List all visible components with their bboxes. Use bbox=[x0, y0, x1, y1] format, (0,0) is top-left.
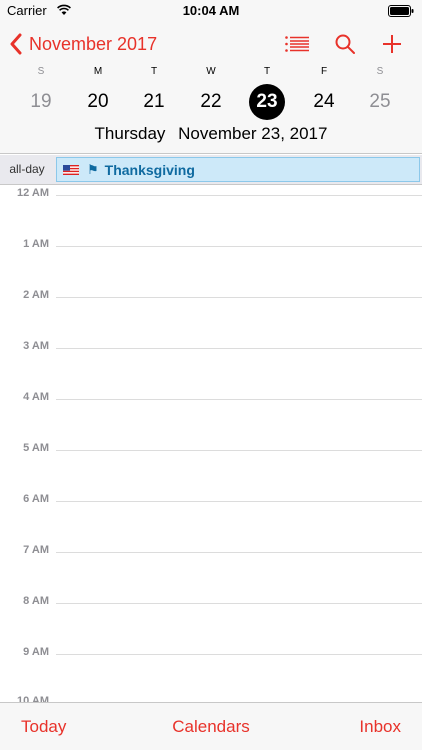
hour-row: 9 AM bbox=[0, 646, 422, 666]
hour-row: 3 AM bbox=[0, 340, 422, 360]
hour-divider bbox=[56, 450, 422, 451]
us-flag-icon bbox=[63, 164, 79, 175]
hour-divider bbox=[56, 603, 422, 604]
hour-label: 3 AM bbox=[23, 340, 49, 352]
day-number: 24 bbox=[313, 91, 335, 112]
flag-icon: ⚑ bbox=[87, 161, 99, 177]
day-number: 25 bbox=[369, 91, 391, 112]
day-letter: F bbox=[320, 66, 328, 77]
hour-label: 9 AM bbox=[23, 646, 49, 658]
calendar-header: November 2017 S 19 M 20 T 21 W 22 T 23 F… bbox=[0, 22, 422, 154]
day-letter: T bbox=[263, 66, 271, 77]
day-cell-thursday-selected[interactable]: T 23 bbox=[239, 66, 295, 122]
day-cell-tuesday[interactable]: T 21 bbox=[126, 66, 182, 122]
status-time: 10:04 AM bbox=[182, 3, 240, 18]
all-day-row: all-day ⚑ Thanksgiving bbox=[0, 155, 422, 185]
day-cell-sunday[interactable]: S 19 bbox=[13, 66, 69, 122]
event-title: Thanksgiving bbox=[104, 161, 195, 178]
week-strip: S 19 M 20 T 21 W 22 T 23 F 24 S 25 bbox=[0, 66, 422, 122]
hour-row: 7 AM bbox=[0, 544, 422, 564]
day-number: 19 bbox=[30, 91, 52, 112]
hour-divider bbox=[56, 552, 422, 553]
inbox-button[interactable]: Inbox bbox=[359, 717, 401, 737]
hour-row: 4 AM bbox=[0, 391, 422, 411]
day-number: 21 bbox=[143, 91, 165, 112]
day-letter: S bbox=[376, 66, 384, 77]
chevron-left-icon bbox=[10, 33, 22, 55]
hour-divider bbox=[56, 501, 422, 502]
hour-label: 5 AM bbox=[23, 442, 49, 454]
day-cell-monday[interactable]: M 20 bbox=[70, 66, 126, 122]
hour-label: 1 AM bbox=[23, 238, 49, 250]
bottom-toolbar: Today Calendars Inbox bbox=[0, 702, 422, 750]
day-cell-wednesday[interactable]: W 22 bbox=[183, 66, 239, 122]
add-event-button[interactable] bbox=[380, 31, 404, 57]
day-letter: T bbox=[150, 66, 158, 77]
hour-row: 8 AM bbox=[0, 595, 422, 615]
day-letter: M bbox=[93, 66, 103, 77]
search-icon bbox=[335, 34, 355, 54]
hour-divider bbox=[56, 246, 422, 247]
plus-icon bbox=[383, 35, 401, 53]
hour-row: 6 AM bbox=[0, 493, 422, 513]
search-button[interactable] bbox=[333, 31, 357, 57]
day-number: 22 bbox=[200, 91, 222, 112]
hour-label: 7 AM bbox=[23, 544, 49, 556]
full-date-text: November 23, 2017 bbox=[178, 124, 328, 143]
all-day-event[interactable]: ⚑ Thanksgiving bbox=[56, 157, 420, 182]
hour-label: 6 AM bbox=[23, 493, 49, 505]
battery-icon bbox=[388, 5, 414, 17]
weekday-name: Thursday bbox=[94, 124, 166, 143]
day-number: 20 bbox=[87, 91, 109, 112]
day-cell-friday[interactable]: F 24 bbox=[296, 66, 352, 122]
day-timeline[interactable]: 12 AM 1 AM 2 AM 3 AM 4 AM 5 AM 6 AM 7 AM… bbox=[0, 185, 422, 703]
hour-row: 1 AM bbox=[0, 238, 422, 258]
hour-label: 2 AM bbox=[23, 289, 49, 301]
hour-row: 12 AM bbox=[0, 187, 422, 207]
status-bar: Carrier 10:04 AM bbox=[0, 0, 422, 22]
today-button[interactable]: Today bbox=[21, 717, 66, 737]
hour-label: 12 AM bbox=[17, 187, 49, 199]
selected-date-label: Thursday November 23, 2017 bbox=[0, 124, 422, 144]
back-to-month-button[interactable]: November 2017 bbox=[9, 31, 157, 57]
calendars-button[interactable]: Calendars bbox=[172, 717, 250, 736]
hour-divider bbox=[56, 399, 422, 400]
hour-row: 5 AM bbox=[0, 442, 422, 462]
month-label: November 2017 bbox=[29, 33, 158, 54]
hour-divider bbox=[56, 297, 422, 298]
day-letter: W bbox=[206, 66, 216, 77]
hour-label: 4 AM bbox=[23, 391, 49, 403]
day-letter: S bbox=[37, 66, 45, 77]
list-view-button[interactable] bbox=[284, 31, 310, 57]
day-number: 23 bbox=[256, 91, 278, 112]
hour-divider bbox=[56, 348, 422, 349]
hour-divider bbox=[56, 195, 422, 196]
hour-label: 8 AM bbox=[23, 595, 49, 607]
hour-row: 2 AM bbox=[0, 289, 422, 309]
all-day-label: all-day bbox=[9, 162, 45, 176]
list-icon bbox=[285, 36, 309, 52]
day-cell-saturday[interactable]: S 25 bbox=[352, 66, 408, 122]
hour-divider bbox=[56, 654, 422, 655]
